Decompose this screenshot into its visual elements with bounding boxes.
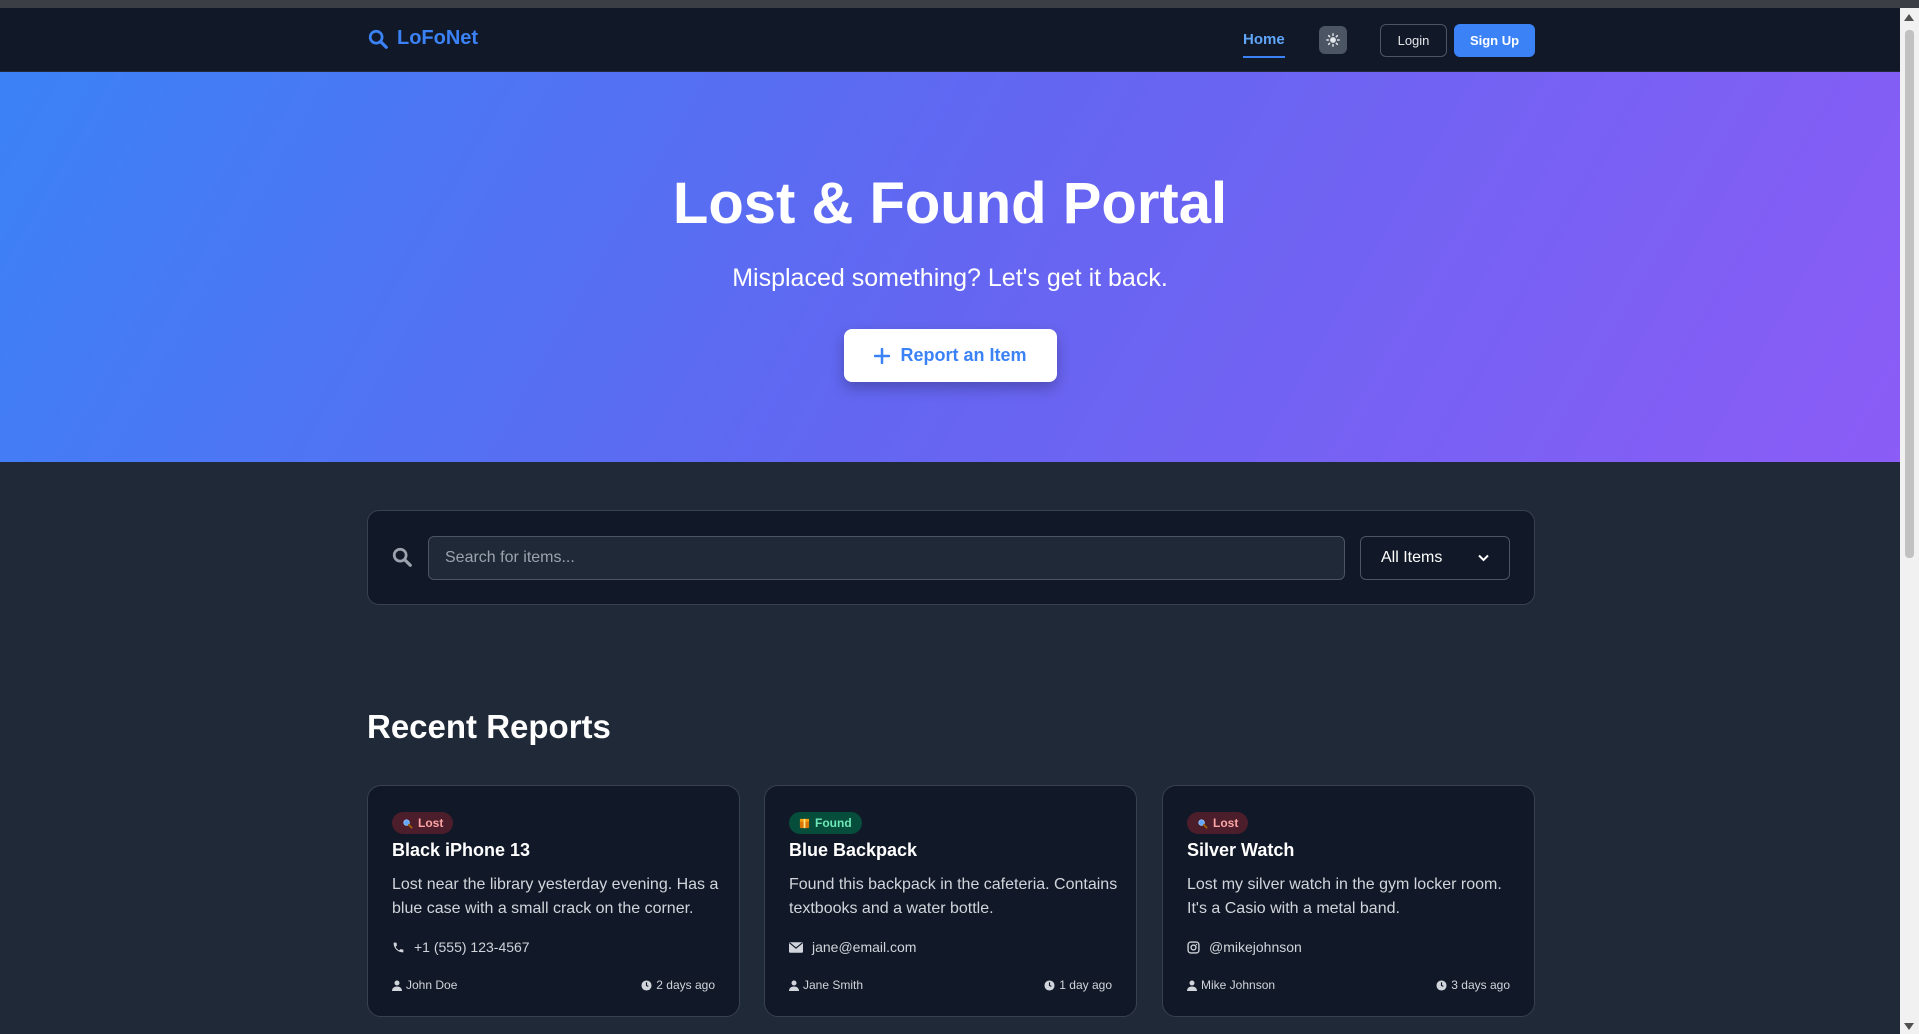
sun-icon <box>1326 33 1340 47</box>
item-filter-select[interactable]: All Items <box>1360 536 1510 580</box>
user-name: John Doe <box>406 978 458 992</box>
magnifier-icon <box>1198 818 1208 829</box>
card-description: Lost my silver watch in the gym locker r… <box>1187 876 1502 917</box>
plus-icon <box>874 347 891 364</box>
user-name: Jane Smith <box>803 978 864 992</box>
chevron-down-icon <box>1478 554 1489 562</box>
search-panel: All Items <box>367 510 1535 605</box>
report-item-label: Report an Item <box>900 345 1027 365</box>
magnifier-icon <box>403 818 413 829</box>
search-icon <box>391 546 413 573</box>
package-icon <box>799 818 810 828</box>
card-title: Black iPhone 13 <box>392 840 531 860</box>
hero-subtitle: Misplaced something? Let's get it back. <box>732 264 1168 292</box>
card-user: Jane Smith <box>789 978 863 992</box>
clock-icon <box>1044 979 1055 991</box>
contact-value: jane@email.com <box>812 939 917 955</box>
user-icon <box>392 980 402 991</box>
card-description: Lost near the library yesterday evening.… <box>392 876 719 917</box>
user-icon <box>1187 980 1197 991</box>
report-card[interactable]: Lost Silver Watch Lost my silver watch i… <box>1162 785 1535 1017</box>
card-description: Found this backpack in the cafeteria. Co… <box>789 876 1118 917</box>
report-card[interactable]: Found Blue Backpack Found this backpack … <box>764 785 1137 1017</box>
user-icon <box>789 980 799 991</box>
login-button[interactable]: Login <box>1380 24 1447 57</box>
section-title: Recent Reports <box>367 708 611 745</box>
status-badge-lost: Lost <box>1187 812 1249 834</box>
search-input[interactable] <box>428 536 1345 580</box>
browser-top-strip <box>0 0 1919 8</box>
page-scrollbar[interactable] <box>1900 8 1919 1034</box>
card-contact[interactable]: @mikejohnson <box>1187 939 1302 955</box>
card-title: Silver Watch <box>1187 840 1295 860</box>
report-item-button[interactable]: Report an Item <box>844 329 1057 382</box>
status-label: Lost <box>1213 816 1239 830</box>
phone-icon <box>393 942 404 952</box>
envelope-icon <box>789 941 803 953</box>
instagram-icon <box>1187 940 1200 954</box>
card-user: Mike Johnson <box>1187 978 1275 992</box>
card-contact[interactable]: jane@email.com <box>789 939 916 955</box>
status-label: Found <box>815 816 852 830</box>
scroll-up-arrow-icon[interactable] <box>1904 14 1914 21</box>
report-card[interactable]: Lost Black iPhone 13 Lost near the libra… <box>367 785 740 1017</box>
contact-value: @mikejohnson <box>1209 939 1302 955</box>
time-value: 1 day ago <box>1059 978 1112 992</box>
clock-icon <box>641 979 652 991</box>
status-badge-lost: Lost <box>392 812 454 834</box>
card-time: 2 days ago <box>641 978 715 992</box>
brand-logo[interactable]: LoFoNet <box>367 27 478 50</box>
card-time: 1 day ago <box>1044 978 1112 992</box>
scroll-down-arrow-icon[interactable] <box>1904 1023 1914 1030</box>
brand-name: LoFoNet <box>397 27 479 49</box>
card-title: Blue Backpack <box>789 840 918 860</box>
navbar: LoFoNet Home Login Sign Up <box>0 8 1900 72</box>
user-name: Mike Johnson <box>1201 978 1276 992</box>
clock-icon <box>1436 979 1447 991</box>
theme-toggle-button[interactable] <box>1319 26 1347 54</box>
search-icon <box>368 29 388 49</box>
signup-button[interactable]: Sign Up <box>1454 24 1535 57</box>
card-time: 3 days ago <box>1436 978 1510 992</box>
nav-link-home[interactable]: Home <box>1243 31 1285 58</box>
hero-banner: Lost & Found Portal Misplaced something?… <box>0 72 1900 462</box>
card-user: John Doe <box>392 978 457 992</box>
status-badge-found: Found <box>789 812 862 834</box>
scrollbar-thumb[interactable] <box>1905 30 1914 558</box>
status-label: Lost <box>418 816 444 830</box>
filter-selected-value: All Items <box>1381 549 1443 566</box>
hero-title: Lost & Found Portal <box>672 171 1228 236</box>
time-value: 2 days ago <box>656 978 715 992</box>
card-contact[interactable]: +1 (555) 123-4567 <box>392 939 530 955</box>
navbar-inner: LoFoNet Home Login Sign Up <box>367 8 1535 72</box>
contact-value: +1 (555) 123-4567 <box>414 939 530 955</box>
time-value: 3 days ago <box>1451 978 1510 992</box>
